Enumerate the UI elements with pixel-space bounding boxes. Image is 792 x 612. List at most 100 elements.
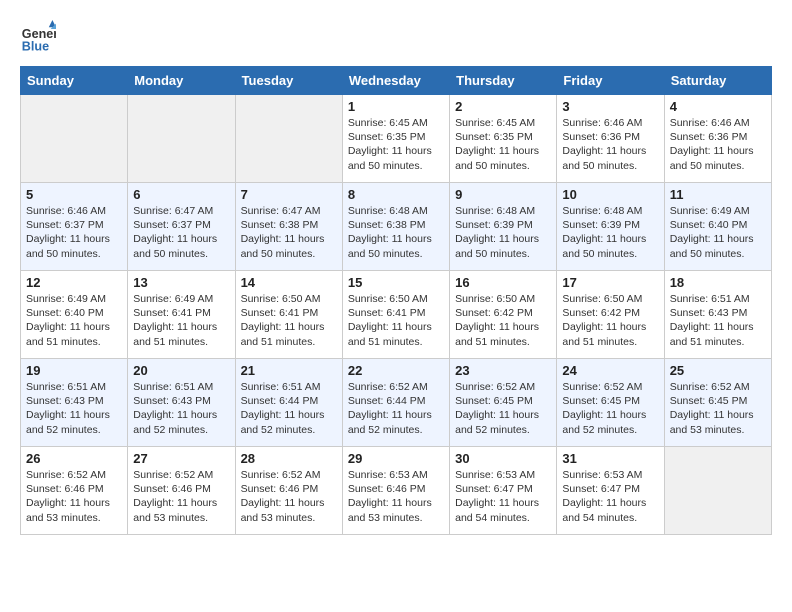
weekday-header-thursday: Thursday	[450, 67, 557, 95]
calendar-cell: 27 Sunrise: 6:52 AM Sunset: 6:46 PM Dayli…	[128, 447, 235, 535]
day-number: 18	[670, 275, 766, 290]
day-number: 5	[26, 187, 122, 202]
day-info: Sunrise: 6:52 AM Sunset: 6:46 PM Dayligh…	[133, 468, 229, 525]
calendar-week-row: 5 Sunrise: 6:46 AM Sunset: 6:37 PM Daylig…	[21, 183, 772, 271]
calendar-cell: 18Sunrise: 6:51 AM Sunset: 6:43 PM Dayli…	[664, 271, 771, 359]
calendar-cell	[235, 95, 342, 183]
day-number: 26	[26, 451, 122, 466]
calendar-cell: 3Sunrise: 6:46 AM Sunset: 6:36 PM Daylig…	[557, 95, 664, 183]
day-number: 31	[562, 451, 658, 466]
calendar-cell: 11 Sunrise: 6:49 AM Sunset: 6:40 PM Dayli…	[664, 183, 771, 271]
calendar-cell: 1 Sunrise: 6:45 AM Sunset: 6:35 PM Daylig…	[342, 95, 449, 183]
calendar-table: SundayMondayTuesdayWednesdayThursdayFrid…	[20, 66, 772, 535]
day-number: 13	[133, 275, 229, 290]
day-number: 20	[133, 363, 229, 378]
calendar-week-row: 1 Sunrise: 6:45 AM Sunset: 6:35 PM Daylig…	[21, 95, 772, 183]
day-info: Sunrise: 6:45 AM Sunset: 6:35 PM Dayligh…	[348, 116, 444, 173]
day-number: 7	[241, 187, 337, 202]
day-number: 8	[348, 187, 444, 202]
day-info: Sunrise: 6:47 AM Sunset: 6:37 PM Dayligh…	[133, 204, 229, 261]
day-number: 22	[348, 363, 444, 378]
day-info: Sunrise: 6:53 AM Sunset: 6:47 PM Dayligh…	[562, 468, 658, 525]
day-number: 28	[241, 451, 337, 466]
day-info: Sunrise: 6:48 AM Sunset: 6:38 PM Dayligh…	[348, 204, 444, 261]
day-number: 19	[26, 363, 122, 378]
day-info: Sunrise: 6:46 AM Sunset: 6:36 PM Dayligh…	[562, 116, 658, 173]
calendar-week-row: 12Sunrise: 6:49 AM Sunset: 6:40 PM Dayli…	[21, 271, 772, 359]
calendar-cell: 16 Sunrise: 6:50 AM Sunset: 6:42 PM Dayli…	[450, 271, 557, 359]
day-info: Sunrise: 6:53 AM Sunset: 6:47 PM Dayligh…	[455, 468, 551, 525]
day-info: Sunrise: 6:53 AM Sunset: 6:46 PM Dayligh…	[348, 468, 444, 525]
calendar-cell	[21, 95, 128, 183]
calendar-cell: 22 Sunrise: 6:52 AM Sunset: 6:44 PM Dayli…	[342, 359, 449, 447]
day-number: 30	[455, 451, 551, 466]
day-info: Sunrise: 6:48 AM Sunset: 6:39 PM Dayligh…	[455, 204, 551, 261]
calendar-cell: 10 Sunrise: 6:48 AM Sunset: 6:39 PM Dayli…	[557, 183, 664, 271]
day-number: 6	[133, 187, 229, 202]
calendar-cell: 5 Sunrise: 6:46 AM Sunset: 6:37 PM Daylig…	[21, 183, 128, 271]
day-info: Sunrise: 6:50 AM Sunset: 6:42 PM Dayligh…	[455, 292, 551, 349]
svg-text:Blue: Blue	[22, 40, 49, 54]
calendar-cell: 29 Sunrise: 6:53 AM Sunset: 6:46 PM Dayli…	[342, 447, 449, 535]
day-info: Sunrise: 6:52 AM Sunset: 6:44 PM Dayligh…	[348, 380, 444, 437]
weekday-header-saturday: Saturday	[664, 67, 771, 95]
calendar-cell	[128, 95, 235, 183]
calendar-cell: 28 Sunrise: 6:52 AM Sunset: 6:46 PM Dayli…	[235, 447, 342, 535]
day-info: Sunrise: 6:46 AM Sunset: 6:37 PM Dayligh…	[26, 204, 122, 261]
day-info: Sunrise: 6:49 AM Sunset: 6:41 PM Dayligh…	[133, 292, 229, 349]
day-info: Sunrise: 6:52 AM Sunset: 6:45 PM Dayligh…	[562, 380, 658, 437]
calendar-cell: 12Sunrise: 6:49 AM Sunset: 6:40 PM Dayli…	[21, 271, 128, 359]
day-info: Sunrise: 6:48 AM Sunset: 6:39 PM Dayligh…	[562, 204, 658, 261]
calendar-cell: 17Sunrise: 6:50 AM Sunset: 6:42 PM Dayli…	[557, 271, 664, 359]
weekday-header-monday: Monday	[128, 67, 235, 95]
calendar-cell: 9Sunrise: 6:48 AM Sunset: 6:39 PM Daylig…	[450, 183, 557, 271]
calendar-cell: 15 Sunrise: 6:50 AM Sunset: 6:41 PM Dayli…	[342, 271, 449, 359]
day-number: 1	[348, 99, 444, 114]
calendar-cell: 4 Sunrise: 6:46 AM Sunset: 6:36 PM Daylig…	[664, 95, 771, 183]
day-info: Sunrise: 6:52 AM Sunset: 6:46 PM Dayligh…	[26, 468, 122, 525]
day-info: Sunrise: 6:51 AM Sunset: 6:43 PM Dayligh…	[133, 380, 229, 437]
day-info: Sunrise: 6:46 AM Sunset: 6:36 PM Dayligh…	[670, 116, 766, 173]
calendar-cell: 20 Sunrise: 6:51 AM Sunset: 6:43 PM Dayli…	[128, 359, 235, 447]
calendar-cell: 6 Sunrise: 6:47 AM Sunset: 6:37 PM Daylig…	[128, 183, 235, 271]
calendar-cell: 8 Sunrise: 6:48 AM Sunset: 6:38 PM Daylig…	[342, 183, 449, 271]
day-number: 4	[670, 99, 766, 114]
day-number: 11	[670, 187, 766, 202]
calendar-cell: 7Sunrise: 6:47 AM Sunset: 6:38 PM Daylig…	[235, 183, 342, 271]
logo: General Blue	[20, 20, 60, 56]
day-number: 23	[455, 363, 551, 378]
day-info: Sunrise: 6:50 AM Sunset: 6:41 PM Dayligh…	[348, 292, 444, 349]
calendar-cell: 21Sunrise: 6:51 AM Sunset: 6:44 PM Dayli…	[235, 359, 342, 447]
day-number: 16	[455, 275, 551, 290]
calendar-cell: 2 Sunrise: 6:45 AM Sunset: 6:35 PM Daylig…	[450, 95, 557, 183]
day-info: Sunrise: 6:52 AM Sunset: 6:45 PM Dayligh…	[670, 380, 766, 437]
day-info: Sunrise: 6:52 AM Sunset: 6:46 PM Dayligh…	[241, 468, 337, 525]
day-number: 17	[562, 275, 658, 290]
day-number: 15	[348, 275, 444, 290]
calendar-week-row: 26 Sunrise: 6:52 AM Sunset: 6:46 PM Dayli…	[21, 447, 772, 535]
weekday-header-friday: Friday	[557, 67, 664, 95]
day-number: 27	[133, 451, 229, 466]
day-number: 29	[348, 451, 444, 466]
day-info: Sunrise: 6:49 AM Sunset: 6:40 PM Dayligh…	[26, 292, 122, 349]
calendar-cell: 24 Sunrise: 6:52 AM Sunset: 6:45 PM Dayli…	[557, 359, 664, 447]
day-info: Sunrise: 6:50 AM Sunset: 6:41 PM Dayligh…	[241, 292, 337, 349]
day-number: 25	[670, 363, 766, 378]
day-number: 2	[455, 99, 551, 114]
weekday-header-sunday: Sunday	[21, 67, 128, 95]
day-number: 24	[562, 363, 658, 378]
weekday-header-row: SundayMondayTuesdayWednesdayThursdayFrid…	[21, 67, 772, 95]
weekday-header-tuesday: Tuesday	[235, 67, 342, 95]
day-number: 10	[562, 187, 658, 202]
day-number: 14	[241, 275, 337, 290]
header: General Blue	[20, 20, 772, 56]
day-number: 21	[241, 363, 337, 378]
day-info: Sunrise: 6:51 AM Sunset: 6:43 PM Dayligh…	[26, 380, 122, 437]
day-info: Sunrise: 6:45 AM Sunset: 6:35 PM Dayligh…	[455, 116, 551, 173]
day-info: Sunrise: 6:49 AM Sunset: 6:40 PM Dayligh…	[670, 204, 766, 261]
calendar-cell	[664, 447, 771, 535]
calendar-cell: 13 Sunrise: 6:49 AM Sunset: 6:41 PM Dayli…	[128, 271, 235, 359]
calendar-cell: 25 Sunrise: 6:52 AM Sunset: 6:45 PM Dayli…	[664, 359, 771, 447]
calendar-cell: 26 Sunrise: 6:52 AM Sunset: 6:46 PM Dayli…	[21, 447, 128, 535]
day-info: Sunrise: 6:52 AM Sunset: 6:45 PM Dayligh…	[455, 380, 551, 437]
